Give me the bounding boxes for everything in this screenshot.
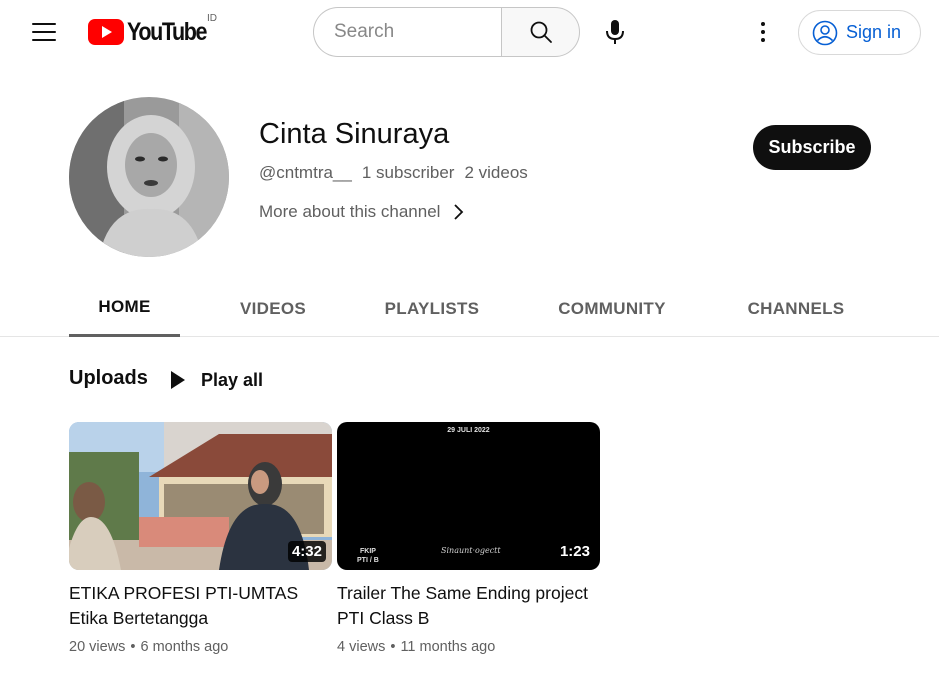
- youtube-logo[interactable]: YouTube: [88, 17, 219, 47]
- menu-icon-bar: [32, 39, 56, 41]
- shelf-title[interactable]: Uploads: [69, 367, 148, 390]
- video-thumbnail[interactable]: 29 JULI 2022 FKIP PTI / B Sinaunt·ogectt…: [337, 422, 600, 570]
- masthead: YouTube ID Sign in: [0, 0, 939, 64]
- search-input[interactable]: [313, 7, 501, 57]
- menu-icon-bar: [32, 23, 56, 25]
- youtube-play-icon: [88, 19, 124, 45]
- settings-more-button[interactable]: [746, 14, 780, 50]
- channel-name: Cinta Sinuraya: [259, 118, 450, 150]
- video-card[interactable]: 29 JULI 2022 FKIP PTI / B Sinaunt·ogectt…: [337, 422, 600, 655]
- view-count: 20 views: [69, 639, 126, 655]
- search-box: [313, 7, 580, 57]
- channel-meta: @cntmtra__ 1 subscriber 2 videos: [259, 163, 528, 183]
- tab-videos[interactable]: VIDEOS: [218, 280, 328, 337]
- upload-age: 11 months ago: [400, 639, 496, 655]
- play-icon: [171, 371, 185, 389]
- video-title[interactable]: Trailer The Same Ending project PTI Clas…: [337, 581, 600, 631]
- channel-avatar[interactable]: [69, 97, 229, 257]
- tab-community[interactable]: COMMUNITY: [540, 280, 684, 337]
- video-metadata: 20 views • 6 months ago: [69, 639, 332, 655]
- video-thumbnail[interactable]: 4:32: [69, 422, 332, 570]
- channel-tabs: HOME VIDEOS PLAYLISTS COMMUNITY CHANNELS: [0, 280, 939, 337]
- more-vert-icon-dot: [761, 38, 765, 42]
- video-card[interactable]: 4:32 ETIKA PROFESI PTI-UMTAS Etika Berte…: [69, 422, 332, 655]
- more-vert-icon-dot: [761, 22, 765, 26]
- play-all-button[interactable]: Play all: [165, 363, 263, 397]
- tab-channels[interactable]: CHANNELS: [732, 280, 860, 337]
- voice-search-button[interactable]: [596, 13, 634, 51]
- play-all-label: Play all: [201, 369, 264, 390]
- more-about-link[interactable]: More about this channel: [259, 202, 464, 222]
- logo-wordmark: YouTube: [127, 18, 208, 46]
- avatar-image: [69, 97, 229, 257]
- subscribe-button[interactable]: Subscribe: [753, 125, 871, 170]
- search-button[interactable]: [501, 7, 580, 57]
- subscriber-count: 1 subscriber: [361, 163, 455, 182]
- video-metadata: 4 views • 11 months ago: [337, 639, 600, 655]
- separator-dot: •: [130, 639, 136, 655]
- view-count: 4 views: [337, 639, 386, 655]
- country-code: ID: [207, 13, 217, 24]
- microphone-icon: [606, 20, 624, 44]
- thumbnail-fkip-text: FKIP: [360, 548, 376, 555]
- separator-dot: •: [390, 639, 396, 655]
- channel-handle: @cntmtra__: [259, 163, 352, 182]
- account-circle-icon: [812, 20, 838, 45]
- video-duration: 1:23: [555, 541, 594, 562]
- menu-icon-bar: [32, 31, 56, 33]
- chevron-right-icon: [454, 204, 464, 220]
- more-about-label: More about this channel: [259, 202, 441, 221]
- video-count: 2 videos: [464, 163, 528, 182]
- sign-in-button[interactable]: Sign in: [798, 10, 921, 55]
- search-icon: [530, 21, 552, 43]
- thumbnail-class-text: PTI / B: [357, 557, 379, 564]
- guide-menu-button[interactable]: [24, 16, 64, 48]
- tab-home[interactable]: HOME: [69, 280, 180, 337]
- tab-playlists[interactable]: PLAYLISTS: [370, 280, 494, 337]
- more-vert-icon-dot: [761, 30, 765, 34]
- video-title[interactable]: ETIKA PROFESI PTI-UMTAS Etika Bertetangg…: [69, 581, 332, 631]
- thumbnail-signature-text: Sinaunt·ogectt: [441, 546, 501, 555]
- video-duration: 4:32: [287, 541, 326, 562]
- upload-age: 6 months ago: [140, 639, 229, 655]
- thumbnail-date-text: 29 JULI 2022: [447, 427, 490, 434]
- sign-in-label: Sign in: [846, 22, 902, 42]
